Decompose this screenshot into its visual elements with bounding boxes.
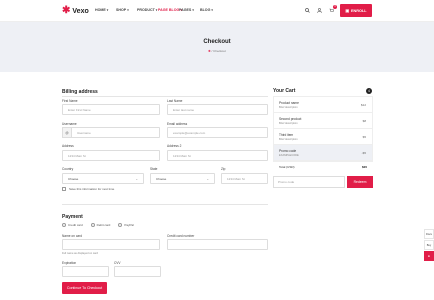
cart-count-badge: 4	[366, 88, 372, 94]
breadcrumb: ✱ / Checkout	[0, 49, 434, 53]
total-label: Total (USD)	[279, 165, 295, 169]
section-divider	[62, 204, 268, 205]
radio-debit-card[interactable]: Debit card	[90, 223, 110, 227]
user-icon[interactable]	[316, 7, 322, 13]
cvv-label: CVV	[114, 261, 121, 265]
card-number-label: Credit card number	[167, 234, 195, 238]
chevron-down-icon: ⌄	[206, 176, 209, 181]
chevron-down-icon: ⌄	[135, 176, 138, 181]
email-label: Email address	[167, 122, 188, 126]
chevron-down-icon: ▾	[106, 8, 109, 12]
billing-divider	[62, 96, 268, 97]
last-name-field[interactable]: Enter last name	[167, 104, 268, 115]
radio-credit-card[interactable]: Credit card	[62, 223, 83, 227]
last-name-label: Last Name	[167, 99, 183, 103]
expiration-field[interactable]	[62, 266, 109, 277]
address2-field[interactable]: 1234 Main St	[167, 150, 268, 161]
page-title: Checkout	[203, 39, 231, 45]
promo-code-input[interactable]: Promo code	[273, 176, 345, 188]
enroll-icon: ▣	[345, 9, 349, 13]
billing-title: Billing address	[62, 89, 98, 95]
header-icons: 3	[304, 5, 337, 13]
redeem-button[interactable]: Redeem	[347, 176, 373, 188]
chevron-down-icon: ▾	[192, 8, 194, 12]
cart-item: Third item Brief description $5	[274, 129, 372, 145]
cart-item: Product name Brief description $12	[274, 97, 372, 113]
continue-checkout-button[interactable]: Continue To Checkout	[62, 282, 107, 294]
total-value: $20	[361, 165, 367, 169]
chevron-down-icon: ▾	[127, 8, 129, 12]
site-header: ✱ Vexo HOME▾ SHOP▾ PRODUCT▾ PAGE BLOG▾ P…	[0, 0, 434, 22]
search-icon[interactable]	[304, 7, 310, 13]
cart-shortcut-icon[interactable]: ✚	[424, 251, 434, 261]
name-on-card-field[interactable]	[62, 239, 160, 250]
buy-tab[interactable]: Buy	[424, 240, 434, 250]
card-number-field[interactable]	[167, 239, 268, 250]
address-label: Address	[62, 144, 74, 148]
docs-tab[interactable]: Docs	[424, 229, 434, 239]
cvv-field[interactable]	[114, 266, 161, 277]
cart-item-promo: Promo code EXAMPLECODE -$5	[274, 145, 372, 161]
main-nav: HOME▾ SHOP▾ PRODUCT▾ PAGE BLOG▾ PAGES▾ B…	[95, 8, 221, 12]
save-info-checkbox[interactable]: Save this information for next time	[62, 187, 114, 191]
chevron-down-icon: ▾	[211, 8, 213, 12]
payment-title: Payment	[62, 214, 83, 220]
name-on-card-hint: Full name as displayed on card	[62, 252, 98, 255]
cart-title: Your Cart	[273, 88, 296, 94]
zip-field[interactable]: 1234 Main St	[221, 173, 268, 184]
expiration-label: Expiration	[62, 261, 77, 265]
breadcrumb-current: Checkout	[213, 49, 226, 53]
country-select[interactable]: Choose ⌄	[62, 173, 144, 184]
cart-total-row: Total (USD) $20	[273, 163, 373, 171]
cart-list: Product name Brief description $12 Secon…	[273, 96, 373, 162]
address-field[interactable]: 1234 Main St	[62, 150, 160, 161]
username-label: Username	[62, 122, 77, 126]
address2-label: Address 2	[167, 144, 182, 148]
logo[interactable]: ✱ Vexo	[62, 6, 89, 16]
nav-item-shop[interactable]: SHOP▾	[116, 8, 137, 12]
page-banner	[0, 22, 434, 72]
cart-count-badge: 3	[333, 5, 337, 9]
nav-item-pages[interactable]: PAGES▾	[179, 8, 200, 12]
nav-item-page-blog[interactable]: PAGE BLOG▾	[158, 8, 182, 12]
country-label: Country	[62, 167, 74, 171]
radio-paypal[interactable]: PayPal	[118, 223, 134, 227]
enroll-button[interactable]: ▣ ENROLL	[340, 4, 372, 17]
cart-icon[interactable]: 3	[328, 5, 337, 13]
cart-item: Second product Brief description $8	[274, 113, 372, 129]
state-label: State	[150, 167, 158, 171]
email-field[interactable]: example@example.com	[167, 127, 268, 138]
first-name-label: First Name	[62, 99, 78, 103]
name-on-card-label: Name on card	[62, 234, 83, 238]
nav-item-product[interactable]: PRODUCT▾	[137, 8, 158, 12]
username-field[interactable]: Username	[71, 127, 160, 138]
zip-label: Zip	[221, 167, 226, 171]
payment-methods: Credit card Debit card PayPal	[62, 223, 134, 227]
nav-item-home[interactable]: HOME▾	[95, 8, 116, 12]
logo-text: Vexo	[72, 7, 89, 15]
checkbox-box[interactable]	[62, 187, 66, 191]
first-name-field[interactable]: Enter First Name	[62, 104, 160, 115]
logo-star-icon: ✱	[62, 5, 71, 16]
nav-item-blog[interactable]: BLOG▾	[200, 8, 221, 12]
state-select[interactable]: Choose ⌄	[150, 173, 215, 184]
